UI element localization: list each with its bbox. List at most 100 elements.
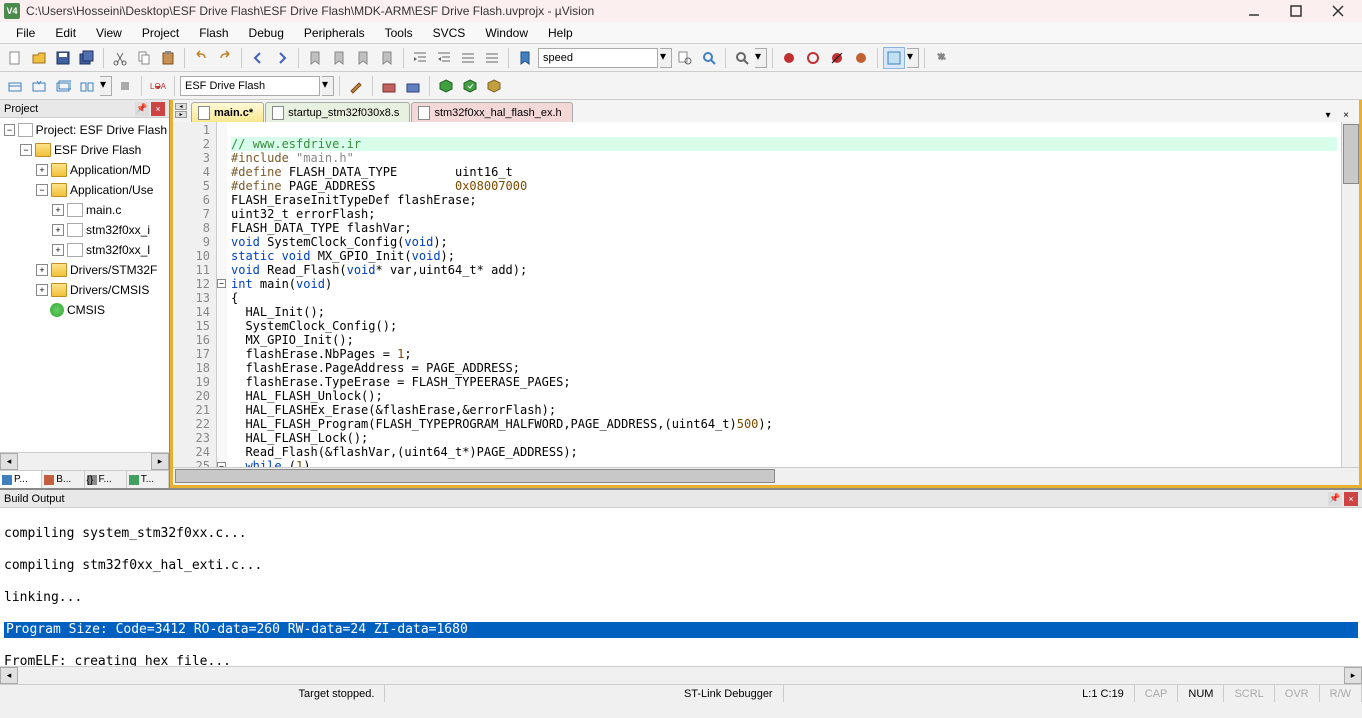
menu-file[interactable]: File bbox=[6, 24, 45, 42]
panel-tab-functions[interactable]: {}F... bbox=[85, 471, 127, 488]
tree-scroll-right-icon[interactable]: ▸ bbox=[151, 453, 169, 470]
menu-debug[interactable]: Debug bbox=[239, 24, 294, 42]
undo-icon[interactable] bbox=[190, 47, 212, 69]
search-input[interactable] bbox=[538, 48, 658, 68]
tab-scroll-right-icon[interactable]: ▸ bbox=[175, 111, 187, 118]
paste-icon[interactable] bbox=[157, 47, 179, 69]
target-options-icon[interactable] bbox=[345, 75, 367, 97]
tree-folder-drv-cmsis[interactable]: +Drivers/CMSIS bbox=[2, 280, 167, 300]
breakpoint-kill-icon[interactable] bbox=[826, 47, 848, 69]
panel-tab-books[interactable]: B... bbox=[42, 471, 84, 488]
panel-tab-templates[interactable]: T... bbox=[127, 471, 169, 488]
tab-close-icon[interactable]: × bbox=[1339, 108, 1353, 122]
stop-build-icon[interactable] bbox=[114, 75, 136, 97]
panel-pin-icon[interactable]: 📌 bbox=[135, 102, 149, 116]
tree-folder-app-user[interactable]: −Application/Use bbox=[2, 180, 167, 200]
nav-back-icon[interactable] bbox=[247, 47, 269, 69]
file-tab-main[interactable]: main.c* bbox=[191, 102, 264, 122]
tree-folder-app-mdk[interactable]: +Application/MD bbox=[2, 160, 167, 180]
tree-scroll-left-icon[interactable]: ◂ bbox=[0, 453, 18, 470]
breakpoint-icon[interactable] bbox=[778, 47, 800, 69]
translate-icon[interactable] bbox=[4, 75, 26, 97]
menu-help[interactable]: Help bbox=[538, 24, 583, 42]
search-dropdown[interactable]: ▾ bbox=[660, 48, 672, 68]
fold-gutter[interactable]: − − bbox=[217, 122, 227, 467]
indent-right-icon[interactable] bbox=[409, 47, 431, 69]
code-editor[interactable]: 1234567891011121314151617181920212223242… bbox=[173, 122, 1359, 467]
indent-left-icon[interactable] bbox=[433, 47, 455, 69]
save-icon[interactable] bbox=[52, 47, 74, 69]
nav-forward-icon[interactable] bbox=[271, 47, 293, 69]
build-selected-line[interactable]: Program Size: Code=3412 RO-data=260 RW-d… bbox=[4, 622, 1358, 638]
editor-vscroll[interactable] bbox=[1341, 122, 1359, 467]
file-extensions-icon[interactable] bbox=[378, 75, 400, 97]
tree-file-main[interactable]: +main.c bbox=[2, 200, 167, 220]
panel-tab-project[interactable]: P... bbox=[0, 471, 42, 488]
bookmark-toggle-icon[interactable] bbox=[304, 47, 326, 69]
bookmark-prev-icon[interactable] bbox=[328, 47, 350, 69]
configure-icon[interactable] bbox=[930, 47, 952, 69]
bookmark-next-icon[interactable] bbox=[352, 47, 374, 69]
open-file-icon[interactable] bbox=[28, 47, 50, 69]
breakpoint-disable-icon[interactable] bbox=[802, 47, 824, 69]
target-select[interactable] bbox=[180, 76, 320, 96]
batch-dropdown[interactable]: ▾ bbox=[100, 76, 112, 96]
tree-file-msp[interactable]: +stm32f0xx_l bbox=[2, 240, 167, 260]
rebuild-icon[interactable] bbox=[52, 75, 74, 97]
tab-menu-icon[interactable]: ▾ bbox=[1321, 108, 1335, 122]
fold-icon[interactable]: − bbox=[217, 462, 226, 467]
redo-icon[interactable] bbox=[214, 47, 236, 69]
scroll-left-icon[interactable]: ◂ bbox=[0, 667, 18, 684]
window-dropdown[interactable]: ▾ bbox=[907, 48, 919, 68]
close-button[interactable] bbox=[1326, 2, 1350, 20]
download-icon[interactable]: LOAD bbox=[147, 75, 169, 97]
find-icon[interactable] bbox=[514, 47, 536, 69]
menu-view[interactable]: View bbox=[86, 24, 132, 42]
build-output[interactable]: compiling system_stm32f0xx.c... compilin… bbox=[0, 508, 1362, 666]
find-in-files-icon[interactable] bbox=[674, 47, 696, 69]
project-tree[interactable]: −Project: ESF Drive Flash −ESF Drive Fla… bbox=[0, 118, 169, 452]
tree-root[interactable]: −Project: ESF Drive Flash bbox=[2, 120, 167, 140]
tree-file-it[interactable]: +stm32f0xx_i bbox=[2, 220, 167, 240]
menu-svcs[interactable]: SVCS bbox=[423, 24, 476, 42]
panel-pin-icon[interactable]: 📌 bbox=[1328, 492, 1342, 506]
pack-installer-icon[interactable] bbox=[459, 75, 481, 97]
panel-close-icon[interactable]: × bbox=[1344, 492, 1358, 506]
tree-hscroll[interactable]: ◂ ▸ bbox=[0, 452, 169, 470]
new-file-icon[interactable] bbox=[4, 47, 26, 69]
select-pack-icon[interactable] bbox=[435, 75, 457, 97]
panel-close-icon[interactable]: × bbox=[151, 102, 165, 116]
save-all-icon[interactable] bbox=[76, 47, 98, 69]
tab-scroll-left-icon[interactable]: ◂ bbox=[175, 103, 187, 110]
build-icon[interactable] bbox=[28, 75, 50, 97]
menu-peripherals[interactable]: Peripherals bbox=[294, 24, 375, 42]
manage-rte-icon[interactable] bbox=[402, 75, 424, 97]
editor-hscroll[interactable] bbox=[173, 467, 1359, 485]
cut-icon[interactable] bbox=[109, 47, 131, 69]
minimize-button[interactable] bbox=[1242, 2, 1266, 20]
comment-icon[interactable] bbox=[457, 47, 479, 69]
scroll-right-icon[interactable]: ▸ bbox=[1344, 667, 1362, 684]
file-tab-startup[interactable]: startup_stm32f030x8.s bbox=[265, 102, 410, 122]
menu-edit[interactable]: Edit bbox=[45, 24, 86, 42]
build-hscroll[interactable]: ◂ ▸ bbox=[0, 666, 1362, 684]
window-tile-icon[interactable] bbox=[883, 47, 905, 69]
batch-build-icon[interactable] bbox=[76, 75, 98, 97]
bookmark-clear-icon[interactable] bbox=[376, 47, 398, 69]
menu-project[interactable]: Project bbox=[132, 24, 189, 42]
menu-tools[interactable]: Tools bbox=[375, 24, 423, 42]
tree-folder-drv-stm[interactable]: +Drivers/STM32F bbox=[2, 260, 167, 280]
debug-start-icon[interactable] bbox=[731, 47, 753, 69]
target-dropdown[interactable]: ▾ bbox=[322, 76, 334, 96]
copy-icon[interactable] bbox=[133, 47, 155, 69]
tree-target[interactable]: −ESF Drive Flash bbox=[2, 140, 167, 160]
menu-window[interactable]: Window bbox=[475, 24, 538, 42]
maximize-button[interactable] bbox=[1284, 2, 1308, 20]
fold-icon[interactable]: − bbox=[217, 279, 226, 288]
incremental-find-icon[interactable] bbox=[698, 47, 720, 69]
menu-flash[interactable]: Flash bbox=[189, 24, 238, 42]
rte-icon[interactable] bbox=[483, 75, 505, 97]
tree-cmsis[interactable]: CMSIS bbox=[2, 300, 167, 320]
uncomment-icon[interactable] bbox=[481, 47, 503, 69]
breakpoint-window-icon[interactable] bbox=[850, 47, 872, 69]
